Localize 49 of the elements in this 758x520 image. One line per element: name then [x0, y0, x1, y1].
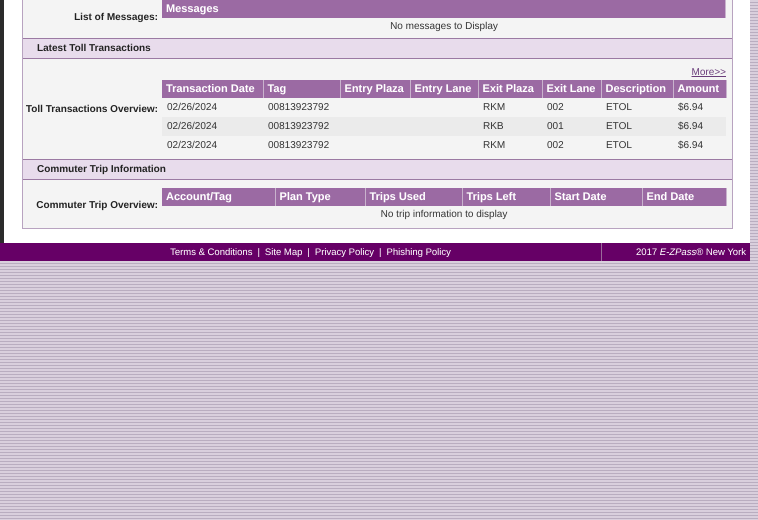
table-cell: 00813923792	[268, 121, 330, 132]
column-header: Plan Type	[275, 188, 365, 206]
table-cell: 02/26/2024	[167, 102, 218, 113]
empty-message: No trip information to display	[380, 208, 508, 222]
copyright-text: 2017 E-ZPass® New York	[635, 246, 747, 258]
table-cell: 02/23/2024	[167, 140, 218, 151]
column-header: Trips Left	[462, 188, 550, 206]
row-label: Commuter Trip Overview:	[35, 200, 159, 211]
column-header: Account/Tag	[162, 188, 275, 206]
link-separator: |	[379, 246, 382, 258]
row-label: Toll Transactions Overview:	[24, 104, 159, 114]
table-cell: RKM	[483, 102, 506, 113]
table-cell: 002	[547, 102, 564, 113]
more-link[interactable]: More>>	[692, 67, 726, 78]
footer-link[interactable]: Privacy Policy	[314, 246, 374, 258]
link-separator: |	[307, 246, 310, 258]
table-cell: ETOL	[606, 121, 632, 132]
column-header: Entry Plaza	[340, 80, 410, 98]
column-header: End Date	[642, 188, 726, 206]
table-cell: $6.94	[678, 102, 704, 113]
table-cell: 00813923792	[268, 102, 330, 113]
section-header: Commuter Trip Information	[23, 159, 732, 180]
table-cell: 002	[547, 140, 564, 151]
section-header: Latest Toll Transactions	[23, 38, 732, 59]
table-cell: RKM	[483, 140, 506, 151]
footer-link[interactable]: Site Map	[264, 246, 302, 258]
column-header: Exit Lane	[542, 80, 601, 98]
footer-link[interactable]: Terms & Conditions	[170, 246, 252, 258]
column-header: Description	[601, 80, 673, 98]
table-cell: $6.94	[678, 140, 704, 151]
table-cell: 001	[547, 121, 564, 132]
link-separator: |	[257, 246, 260, 258]
column-header: Amount	[673, 80, 726, 98]
table-cell: $6.94	[678, 121, 704, 132]
column-header: Trips Used	[365, 188, 462, 206]
row-label: List of Messages:	[73, 12, 159, 23]
column-header: Exit Plaza	[478, 80, 542, 98]
table-cell: 02/26/2024	[167, 121, 218, 132]
column-header: Transaction Date	[162, 80, 263, 98]
column-header: Entry Lane	[410, 80, 478, 98]
footer-link[interactable]: Phishing Policy	[386, 246, 451, 258]
column-header: Tag	[263, 80, 340, 98]
table-cell: ETOL	[606, 102, 632, 113]
table-cell: 00813923792	[268, 140, 330, 151]
table-cell: RKB	[483, 121, 504, 132]
column-header: Messages	[162, 0, 726, 18]
column-header: Start Date	[550, 188, 642, 206]
table-cell: ETOL	[606, 140, 632, 151]
empty-message: No messages to Display	[389, 20, 499, 34]
